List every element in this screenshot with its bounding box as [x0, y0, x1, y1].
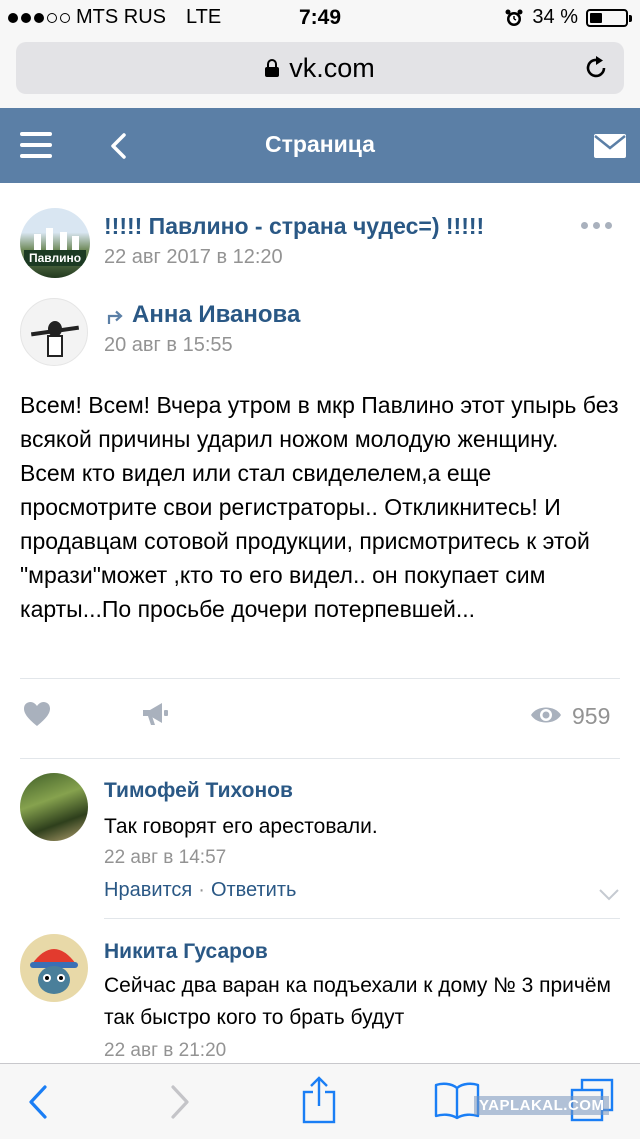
- post-actions: 959: [0, 692, 640, 742]
- group-avatar[interactable]: Павлино: [20, 208, 90, 278]
- author-date[interactable]: 20 авг в 15:55: [104, 334, 233, 357]
- repost-icon: [107, 310, 123, 324]
- comment-actions: Нравится · Ответить: [104, 879, 297, 901]
- comment-date: 22 авг в 21:20: [104, 1040, 227, 1061]
- comment-reply-link[interactable]: Ответить: [211, 879, 297, 901]
- status-bar: MTS RUS LTE 7:49 34 %: [0, 0, 640, 36]
- comment-avatar[interactable]: [20, 773, 88, 841]
- safari-forward-icon[interactable]: [168, 1082, 192, 1122]
- group-avatar-sign: Павлино: [24, 250, 86, 266]
- comment-like-link[interactable]: Нравится: [104, 879, 192, 901]
- comment-text: Сейчас два варан ка подъехали к дому № 3…: [104, 974, 611, 1029]
- alarm-icon: [505, 9, 523, 26]
- like-icon[interactable]: [22, 700, 52, 728]
- battery-percent: 34 %: [532, 6, 578, 28]
- group-name[interactable]: !!!!! Павлино - страна чудес=) !!!!!: [104, 213, 484, 240]
- comment-author[interactable]: Тимофей Тихонов: [104, 779, 293, 803]
- lock-icon: [265, 59, 280, 77]
- share-sheet-icon[interactable]: [302, 1076, 336, 1124]
- divider: [20, 678, 620, 679]
- views-icon: [531, 707, 561, 723]
- page-title: Страница: [265, 131, 375, 157]
- chevron-down-icon[interactable]: [598, 888, 620, 902]
- mail-icon[interactable]: [594, 134, 626, 158]
- browser-toolbar: vk.com: [0, 36, 640, 108]
- divider: [104, 918, 620, 919]
- address-bar[interactable]: vk.com: [16, 42, 624, 94]
- vk-header: Страница: [0, 108, 640, 183]
- battery-icon: [586, 8, 632, 27]
- author-avatar[interactable]: [20, 298, 88, 366]
- watermark: YAPLAKAL.COM: [474, 1096, 610, 1115]
- comment-text: Так говорят его арестовали.: [104, 815, 378, 838]
- reload-icon[interactable]: [582, 54, 610, 82]
- url-text: vk.com: [289, 52, 375, 83]
- share-icon[interactable]: [140, 700, 170, 728]
- author-name[interactable]: Анна Иванова: [132, 301, 300, 329]
- divider: [20, 758, 620, 759]
- post-date[interactable]: 22 авг 2017 в 12:20: [104, 246, 283, 269]
- comment-author[interactable]: Никита Гусаров: [104, 940, 268, 964]
- comment-date: 22 авг в 14:57: [104, 847, 227, 868]
- cat-illustration: [30, 949, 78, 994]
- comment-avatar[interactable]: [20, 934, 88, 1002]
- more-icon[interactable]: [581, 222, 612, 229]
- views-count: 959: [572, 703, 611, 729]
- safari-back-icon[interactable]: [26, 1082, 50, 1122]
- post-text: Всем! Всем! Вчера утром в мкр Павлино эт…: [20, 392, 619, 622]
